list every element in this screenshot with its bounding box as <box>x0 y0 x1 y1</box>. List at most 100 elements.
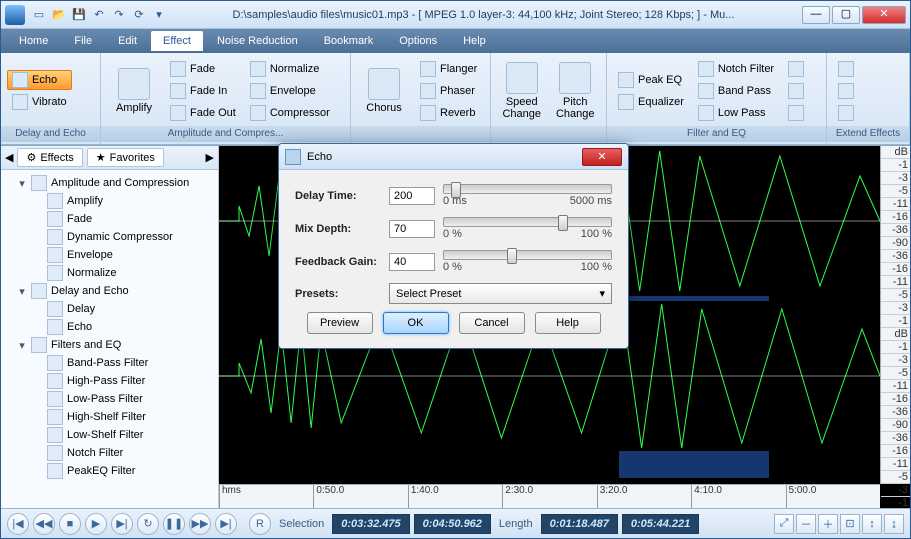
ribbon-amplify-button[interactable]: Amplify <box>107 58 161 124</box>
transport-rewind-button[interactable]: ◀◀ <box>33 513 55 535</box>
tree-node[interactable]: Delay <box>3 300 216 318</box>
ribbon-fade-button[interactable]: Fade <box>165 59 241 79</box>
tree-node[interactable]: Envelope <box>3 246 216 264</box>
maximize-button[interactable]: ▢ <box>832 6 860 24</box>
dialog-titlebar[interactable]: Echo ✕ <box>279 144 628 170</box>
tree-node[interactable]: Low-Pass Filter <box>3 390 216 408</box>
feedback-gain-input[interactable] <box>389 253 435 271</box>
ribbon-equalizer-button[interactable]: Equalizer <box>613 92 689 112</box>
reverb-icon <box>420 105 436 121</box>
qat-new-icon[interactable]: ▭ <box>31 7 47 23</box>
minimize-button[interactable]: — <box>802 6 830 24</box>
menu-home[interactable]: Home <box>7 31 60 51</box>
zoom-in-button[interactable]: ＋ <box>818 514 838 534</box>
tree-node[interactable]: PeakEQ Filter <box>3 462 216 480</box>
tree-node[interactable]: Dynamic Compressor <box>3 228 216 246</box>
tree-node[interactable]: Fade <box>3 210 216 228</box>
mix-depth-input[interactable] <box>389 220 435 238</box>
ribbon-phaser-button[interactable]: Phaser <box>415 81 482 101</box>
tree-node[interactable]: High-Pass Filter <box>3 372 216 390</box>
cancel-button[interactable]: Cancel <box>459 312 525 334</box>
zoom-fit-button[interactable]: ⤢ <box>774 514 794 534</box>
zoom-sel-button[interactable]: ⊡ <box>840 514 860 534</box>
ribbon-chorus-button[interactable]: Chorus <box>357 58 411 124</box>
record-button[interactable]: R <box>249 513 271 535</box>
delay-time-input[interactable] <box>389 187 435 205</box>
transport-begin-button[interactable]: |◀ <box>7 513 29 535</box>
tree-node[interactable]: Normalize <box>3 264 216 282</box>
menu-noise-reduction[interactable]: Noise Reduction <box>205 31 310 51</box>
sidebar-expand-icon[interactable]: ▶ <box>206 151 214 164</box>
tree-node[interactable]: Echo <box>3 318 216 336</box>
fadein-icon <box>170 83 186 99</box>
ribbon-notch-button[interactable]: Notch Filter <box>693 59 779 79</box>
ribbon-reverb-button[interactable]: Reverb <box>415 103 482 123</box>
ribbon-compressor-button[interactable]: Compressor <box>245 103 335 123</box>
qat-save-icon[interactable]: 💾 <box>71 7 87 23</box>
zoom-v-out-button[interactable]: ↕ <box>862 514 882 534</box>
presets-dropdown[interactable]: Select Preset▾ <box>389 283 612 304</box>
tree-node[interactable]: Band-Pass Filter <box>3 354 216 372</box>
feedback-gain-slider[interactable] <box>443 250 612 260</box>
mix-depth-slider[interactable] <box>443 217 612 227</box>
ribbon-fadein-button[interactable]: Fade In <box>165 81 241 101</box>
speed-icon <box>506 62 538 94</box>
sidebar-tab-effects[interactable]: ⚙Effects <box>17 148 82 167</box>
tree-node[interactable]: Low-Shelf Filter <box>3 426 216 444</box>
time-ruler[interactable]: hms0:50.01:40.02:30.03:20.04:10.05:00.0 <box>219 484 880 508</box>
transport-stop-button[interactable]: ■ <box>59 513 81 535</box>
ribbon-ext1-button[interactable] <box>833 59 859 79</box>
qat-dropdown-icon[interactable]: ▾ <box>151 7 167 23</box>
ribbon-speed-button[interactable]: Speed Change <box>497 58 547 124</box>
transport-end-button[interactable]: ▶| <box>215 513 237 535</box>
close-button[interactable]: ✕ <box>862 6 906 24</box>
menu-edit[interactable]: Edit <box>106 31 149 51</box>
ribbon-normalize-button[interactable]: Normalize <box>245 59 335 79</box>
tree-node[interactable]: Notch Filter <box>3 444 216 462</box>
ribbon-envelope-button[interactable]: Envelope <box>245 81 335 101</box>
ribbon-extra2-button[interactable] <box>783 81 809 101</box>
qat-undo-icon[interactable]: ↶ <box>91 7 107 23</box>
ribbon-echo-button[interactable]: Echo <box>7 70 72 90</box>
ribbon-ext3-button[interactable] <box>833 103 859 123</box>
menu-file[interactable]: File <box>62 31 104 51</box>
dialog-close-button[interactable]: ✕ <box>582 148 622 166</box>
menu-effect[interactable]: Effect <box>151 31 203 51</box>
menu-help[interactable]: Help <box>451 31 498 51</box>
ribbon-flanger-button[interactable]: Flanger <box>415 59 482 79</box>
zoom-v-in-button[interactable]: ↨ <box>884 514 904 534</box>
help-button[interactable]: Help <box>535 312 601 334</box>
ok-button[interactable]: OK <box>383 312 449 334</box>
ribbon-peakeq-button[interactable]: Peak EQ <box>613 70 689 90</box>
transport-forward-button[interactable]: ▶▶ <box>189 513 211 535</box>
tree-node[interactable]: ▾Delay and Echo <box>3 282 216 300</box>
transport-loop-button[interactable]: ↻ <box>137 513 159 535</box>
tree-node[interactable]: ▾Filters and EQ <box>3 336 216 354</box>
sidebar-collapse-icon[interactable]: ◀ <box>5 151 13 164</box>
transport-pause-button[interactable]: ❚❚ <box>163 513 185 535</box>
ribbon-pitch-button[interactable]: Pitch Change <box>551 58 601 124</box>
ribbon-extra1-button[interactable] <box>783 59 809 79</box>
qat-redo-icon[interactable]: ↷ <box>111 7 127 23</box>
qat-open-icon[interactable]: 📂 <box>51 7 67 23</box>
delay-time-slider[interactable] <box>443 184 612 194</box>
tree-node[interactable]: Amplify <box>3 192 216 210</box>
zoom-out-button[interactable]: － <box>796 514 816 534</box>
effects-tree[interactable]: ▾Amplitude and CompressionAmplifyFadeDyn… <box>1 170 218 508</box>
sidebar-tab-favorites[interactable]: ★Favorites <box>87 148 164 167</box>
ribbon-fadeout-button[interactable]: Fade Out <box>165 103 241 123</box>
app-orb-icon[interactable] <box>5 5 25 25</box>
ribbon-bandpass-button[interactable]: Band Pass <box>693 81 779 101</box>
ribbon-vibrato-button[interactable]: Vibrato <box>7 92 72 112</box>
transport-play-button[interactable]: ▶ <box>85 513 107 535</box>
ribbon-ext2-button[interactable] <box>833 81 859 101</box>
preview-button[interactable]: Preview <box>307 312 373 334</box>
menu-bookmark[interactable]: Bookmark <box>312 31 386 51</box>
tree-node[interactable]: High-Shelf Filter <box>3 408 216 426</box>
ribbon-extra3-button[interactable] <box>783 103 809 123</box>
transport-playsel-button[interactable]: ▶| <box>111 513 133 535</box>
ribbon-lowpass-button[interactable]: Low Pass <box>693 103 779 123</box>
menu-options[interactable]: Options <box>387 31 449 51</box>
qat-refresh-icon[interactable]: ⟳ <box>131 7 147 23</box>
tree-node[interactable]: ▾Amplitude and Compression <box>3 174 216 192</box>
